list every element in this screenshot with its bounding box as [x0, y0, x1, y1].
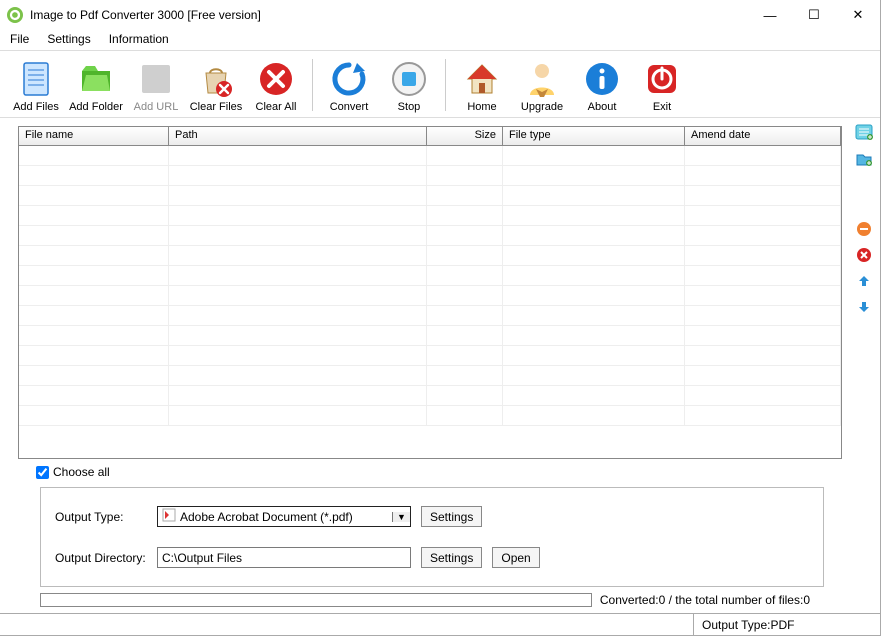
tool-label: Convert — [330, 101, 369, 113]
stop-icon — [387, 57, 431, 101]
power-icon — [640, 57, 684, 101]
output-type-label: Output Type: — [55, 510, 147, 524]
close-button[interactable]: ✕ — [836, 0, 880, 30]
progress-bar — [40, 593, 592, 607]
upgrade-button[interactable]: Upgrade — [512, 55, 572, 115]
converted-status: Converted:0 / the total number of files:… — [600, 593, 824, 607]
convert-button[interactable]: Convert — [319, 55, 379, 115]
dropdown-arrow-icon[interactable]: ▼ — [392, 512, 410, 522]
toolbar: Add Files Add Folder Add URL — [0, 51, 880, 118]
folder-add-icon[interactable] — [855, 150, 873, 168]
statusbar: Output Type: PDF — [0, 613, 880, 635]
add-files-button[interactable]: Add Files — [6, 55, 66, 115]
tool-label: About — [588, 101, 617, 113]
folder-green-icon — [74, 57, 118, 101]
output-dir-input[interactable] — [157, 547, 411, 568]
clear-all-button[interactable]: Clear All — [246, 55, 306, 115]
menu-file[interactable]: File — [10, 32, 29, 46]
progress-row: Converted:0 / the total number of files:… — [18, 591, 842, 613]
output-dir-settings-button[interactable]: Settings — [421, 547, 482, 568]
tool-label: Add URL — [134, 101, 179, 113]
main-content: File name Path Size File type Amend date — [0, 118, 880, 613]
output-type-value: Adobe Acrobat Document (*.pdf) — [180, 510, 353, 524]
add-url-button: Add URL — [126, 55, 186, 115]
file-lines-icon — [14, 57, 58, 101]
choose-all-checkbox[interactable]: Choose all — [36, 465, 842, 479]
home-icon — [460, 57, 504, 101]
clear-list-icon[interactable] — [855, 246, 873, 264]
menu-information[interactable]: Information — [109, 32, 169, 46]
output-dir-label: Output Directory: — [55, 551, 147, 565]
stop-button[interactable]: Stop — [379, 55, 439, 115]
pdf-icon — [162, 508, 176, 525]
statusbar-output-type: Output Type: PDF — [694, 614, 880, 635]
minimize-button[interactable]: — — [748, 0, 792, 30]
x-circle-icon — [254, 57, 298, 101]
statusbar-output-label: Output Type: — [702, 618, 771, 632]
output-type-settings-button[interactable]: Settings — [421, 506, 482, 527]
convert-arrow-icon — [327, 57, 371, 101]
side-toolbar — [848, 118, 880, 613]
bag-x-icon — [194, 57, 238, 101]
col-amend[interactable]: Amend date — [685, 127, 841, 145]
col-filetype[interactable]: File type — [503, 127, 685, 145]
move-down-icon[interactable] — [855, 298, 873, 316]
app-icon — [6, 6, 24, 24]
move-up-icon[interactable] — [855, 272, 873, 290]
grid-body — [19, 146, 841, 458]
tool-label: Upgrade — [521, 101, 563, 113]
menubar: File Settings Information — [0, 30, 880, 51]
choose-all-label: Choose all — [53, 465, 110, 479]
tool-label: Add Folder — [69, 101, 123, 113]
about-button[interactable]: About — [572, 55, 632, 115]
home-button[interactable]: Home — [452, 55, 512, 115]
tool-label: Stop — [398, 101, 421, 113]
url-disabled-icon — [134, 57, 178, 101]
output-panel: Output Type: Adobe Acrobat Document (*.p… — [40, 487, 824, 587]
list-add-icon[interactable] — [855, 124, 873, 142]
exit-button[interactable]: Exit — [632, 55, 692, 115]
statusbar-left — [0, 614, 694, 635]
tool-label: Add Files — [13, 101, 59, 113]
tool-label: Clear Files — [190, 101, 243, 113]
window-controls: — ☐ ✕ — [748, 0, 880, 30]
tool-label: Home — [467, 101, 496, 113]
choose-all-input[interactable] — [36, 466, 49, 479]
clear-files-button[interactable]: Clear Files — [186, 55, 246, 115]
choose-all-row: Choose all — [18, 459, 842, 483]
file-grid[interactable]: File name Path Size File type Amend date — [18, 126, 842, 459]
user-upgrade-icon — [520, 57, 564, 101]
titlebar: Image to Pdf Converter 3000 [Free versio… — [0, 0, 880, 30]
statusbar-output-value: PDF — [771, 618, 795, 632]
info-icon — [580, 57, 624, 101]
add-folder-button[interactable]: Add Folder — [66, 55, 126, 115]
remove-item-icon[interactable] — [855, 220, 873, 238]
col-size[interactable]: Size — [427, 127, 503, 145]
output-type-select[interactable]: Adobe Acrobat Document (*.pdf) ▼ — [157, 506, 411, 527]
open-dir-button[interactable]: Open — [492, 547, 539, 568]
col-filename[interactable]: File name — [19, 127, 169, 145]
col-path[interactable]: Path — [169, 127, 427, 145]
grid-header: File name Path Size File type Amend date — [19, 127, 841, 146]
tool-label: Clear All — [256, 101, 297, 113]
tool-label: Exit — [653, 101, 671, 113]
maximize-button[interactable]: ☐ — [792, 0, 836, 30]
menu-settings[interactable]: Settings — [47, 32, 90, 46]
window-title: Image to Pdf Converter 3000 [Free versio… — [30, 8, 748, 22]
